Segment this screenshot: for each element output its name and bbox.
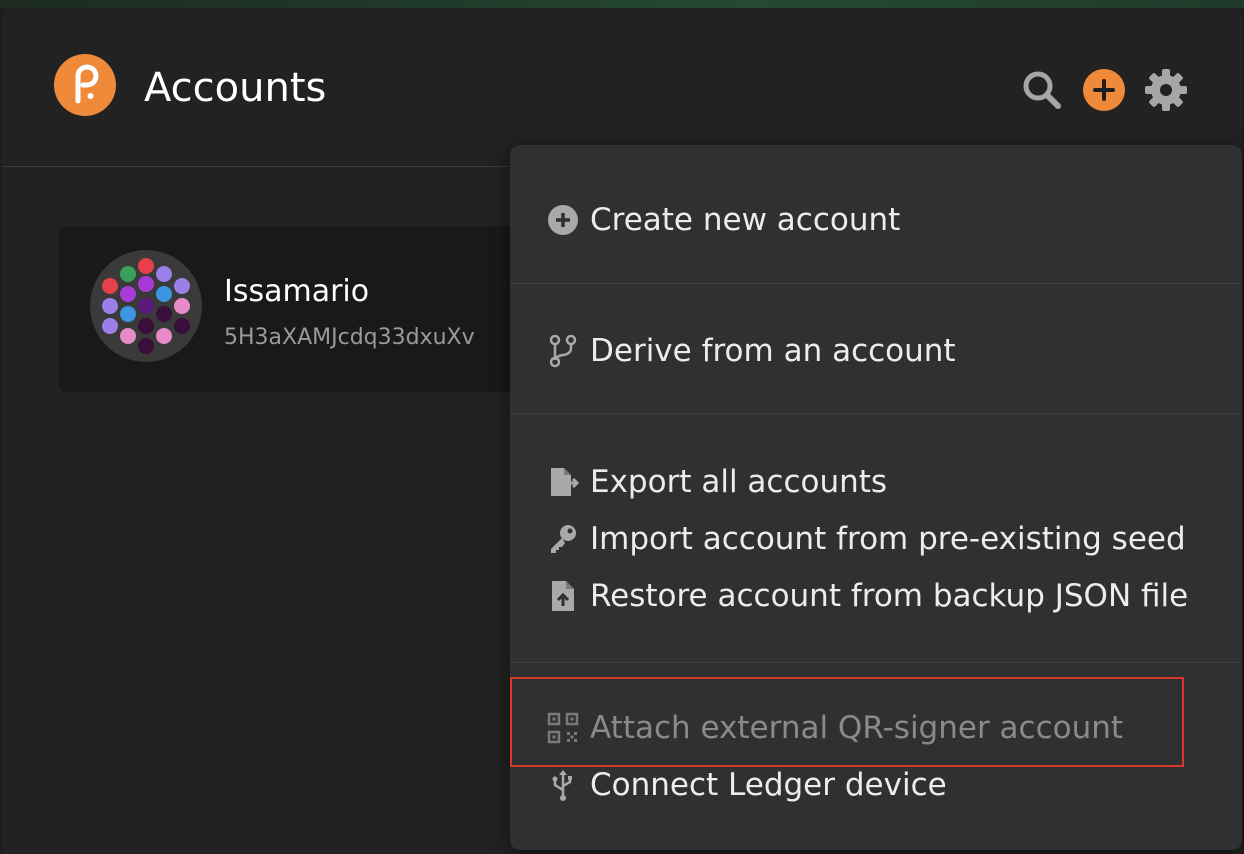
menu-item-connect-ledger[interactable]: Connect Ledger device (546, 762, 947, 808)
account-address: 5H3aXAMJcdq33dxuXv (224, 325, 475, 350)
menu-item-label: Restore account from backup JSON file (590, 578, 1189, 614)
extension-window: Accounts Issamario 5H3aXAMJcdq33dxuXv Cr… (2, 8, 1242, 854)
menu-item-create-new-account[interactable]: Create new account (546, 197, 900, 243)
menu-item-label: Export all accounts (590, 464, 888, 500)
header: Accounts (2, 8, 1242, 167)
app-frame: Accounts Issamario 5H3aXAMJcdq33dxuXv Cr… (0, 0, 1244, 854)
file-export-icon (551, 468, 580, 496)
desktop-background-strip (0, 0, 1244, 8)
account-identicon (90, 250, 202, 362)
menu-item-label: Import account from pre-existing seed (590, 521, 1186, 557)
menu-item-restore-from-json[interactable]: Restore account from backup JSON file (546, 573, 1188, 619)
menu-item-label: Connect Ledger device (590, 767, 947, 803)
account-card[interactable]: Issamario 5H3aXAMJcdq33dxuXv (58, 226, 538, 392)
polkadot-logo-icon (54, 54, 116, 116)
qrcode-icon (547, 712, 579, 744)
add-account-button[interactable] (1080, 66, 1128, 114)
menu-item-label: Attach external QR-signer account (590, 710, 1124, 746)
page-title: Accounts (144, 65, 327, 111)
gear-icon[interactable] (1142, 66, 1190, 114)
plus-circle-icon (548, 205, 578, 235)
usb-icon (552, 770, 572, 801)
menu-divider (510, 283, 1242, 284)
add-account-menu: Create new account Derive from an accoun… (510, 145, 1242, 850)
key-icon (551, 525, 576, 553)
menu-divider (510, 413, 1242, 414)
code-branch-icon (549, 334, 577, 368)
menu-divider (510, 662, 1242, 663)
menu-item-label: Derive from an account (590, 333, 956, 369)
account-name: Issamario (224, 274, 370, 309)
search-icon[interactable] (1018, 66, 1066, 114)
menu-item-label: Create new account (590, 202, 901, 238)
file-upload-icon (552, 581, 574, 611)
menu-item-attach-qr-signer[interactable]: Attach external QR-signer account (546, 705, 1123, 751)
menu-item-derive-from-account[interactable]: Derive from an account (546, 328, 956, 374)
menu-item-import-from-seed[interactable]: Import account from pre-existing seed (546, 516, 1186, 562)
menu-item-export-all-accounts[interactable]: Export all accounts (546, 459, 887, 505)
